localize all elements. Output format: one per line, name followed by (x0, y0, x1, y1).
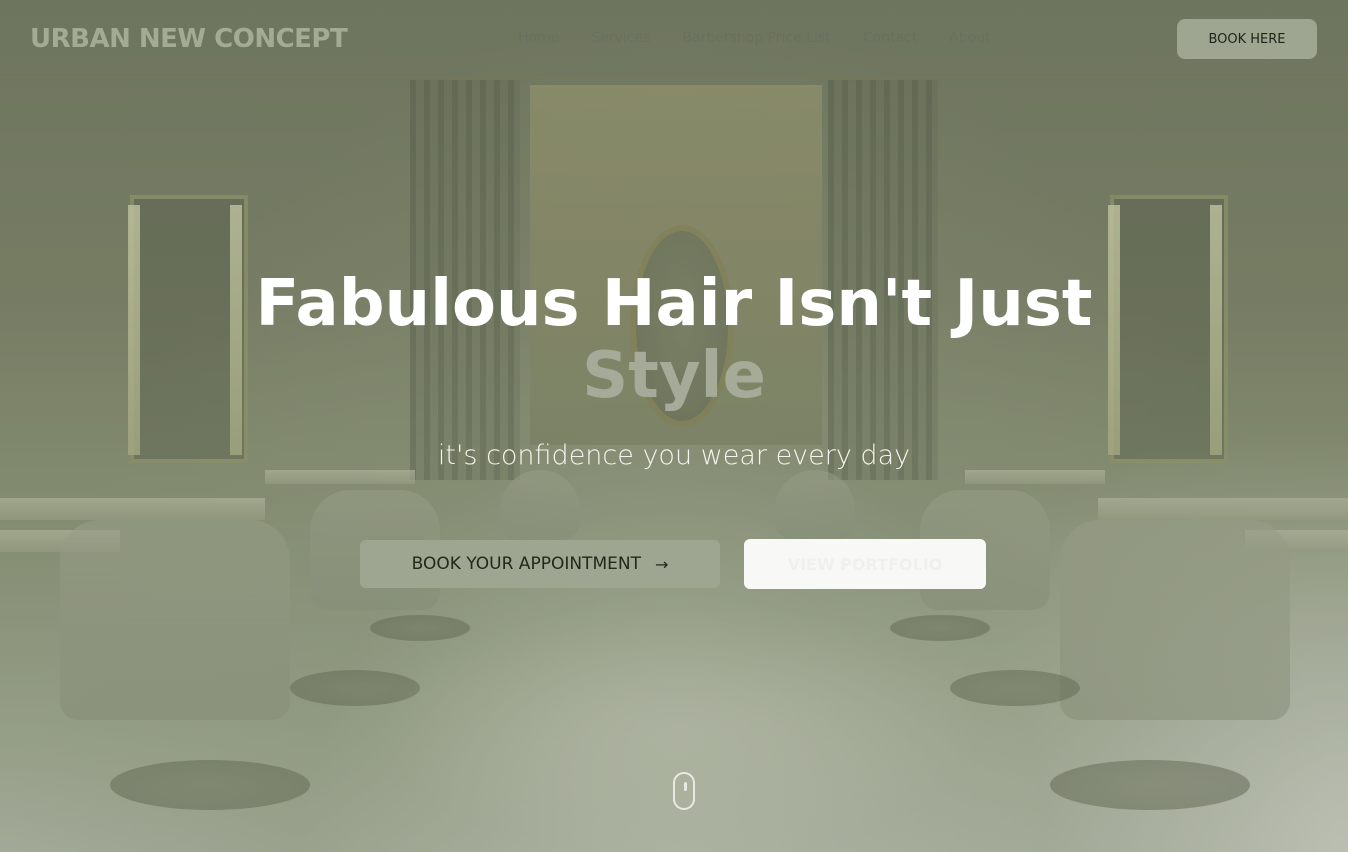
book-appointment-label: BOOK YOUR APPOINTMENT (411, 554, 641, 574)
hero-headline-accent: Style (582, 339, 766, 413)
main-nav: Home Services Barbershop Price List Cont… (518, 30, 991, 46)
nav-item-home[interactable]: Home (518, 30, 559, 46)
scroll-wheel-indicator (684, 782, 687, 791)
book-here-button[interactable]: BOOK HERE (1177, 19, 1317, 59)
brand-logo[interactable]: URBAN NEW CONCEPT (30, 24, 348, 54)
book-appointment-button[interactable]: BOOK YOUR APPOINTMENT → (360, 540, 720, 588)
salon-background-image (0, 0, 1348, 852)
nav-item-contact[interactable]: Contact (863, 30, 917, 46)
hero-subheadline: it's confidence you wear every day (437, 440, 911, 471)
mouse-scroll-icon[interactable] (673, 772, 695, 810)
hero-headline-main: Fabulous Hair Isn't Just (255, 267, 1093, 341)
view-portfolio-button[interactable]: VIEW PORTFOLIO (744, 539, 986, 589)
arrow-right-icon: → (654, 554, 669, 574)
nav-item-services[interactable]: Services (591, 30, 650, 46)
nav-item-price-list[interactable]: Barbershop Price List (682, 30, 830, 46)
hero-section: URBAN NEW CONCEPT Home Services Barbersh… (0, 0, 1348, 852)
nav-item-about[interactable]: About (949, 30, 990, 46)
hero-headline: Fabulous Hair Isn't Just Style (0, 268, 1348, 412)
